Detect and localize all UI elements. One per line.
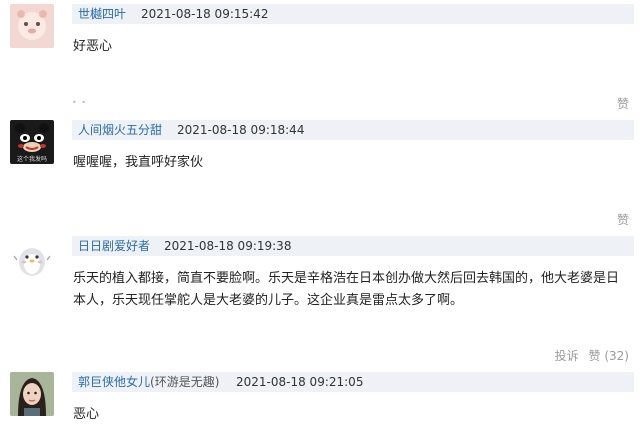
comment-actions: 投诉 赞 (32) <box>555 347 629 364</box>
comment-header <box>72 236 634 256</box>
comment-text: 喔喔喔，我直呼好家伙 <box>73 155 204 170</box>
divider-dots: • • <box>72 98 87 107</box>
like-button[interactable]: 赞 <box>617 97 629 111</box>
comment-text: 好恶心 <box>73 39 113 54</box>
like-label: 赞 <box>588 349 601 363</box>
comment-timestamp: 2021-08-18 09:18:44 <box>177 123 305 137</box>
comment-username[interactable]: 郭巨侠他女儿(环游是无趣) <box>78 372 219 392</box>
comment-text: 乐天的植入都接，简直不要脸啊。乐天是辛格浩在日本创办做大然后回去韩国的，他大老婆… <box>73 271 620 308</box>
like-button[interactable]: 赞 (32) <box>589 349 629 363</box>
avatar-image <box>10 372 54 416</box>
comment-actions: 赞 <box>617 211 629 228</box>
comment-timestamp: 2021-08-18 09:19:38 <box>164 239 292 253</box>
avatar[interactable] <box>10 236 54 280</box>
like-count: (32) <box>604 349 629 363</box>
comment-timestamp: 2021-08-18 09:15:42 <box>141 7 269 21</box>
comment-text: 恶心 <box>73 407 100 422</box>
avatar[interactable]: 这个我发吗 <box>10 120 54 164</box>
avatar[interactable] <box>10 372 54 416</box>
avatar[interactable] <box>10 4 54 48</box>
comment-item: 这个我发吗 人间烟火五分甜 2021-08-18 09:18:44 喔喔喔，我直… <box>0 116 641 234</box>
avatar-image <box>10 236 54 280</box>
avatar-caption: 这个我发吗 <box>16 156 47 163</box>
report-button[interactable]: 投诉 <box>555 349 579 363</box>
like-button[interactable]: 赞 <box>617 213 629 227</box>
comment-actions: 赞 <box>617 95 629 112</box>
comment-username[interactable]: 日日剧爱好者 <box>78 236 150 256</box>
comment-item: 郭巨侠他女儿(环游是无趣) 2021-08-18 09:21:05 恶心 <box>0 368 641 439</box>
comment-timestamp: 2021-08-18 09:21:05 <box>236 375 364 389</box>
comment-item: 日日剧爱好者 2021-08-18 09:19:38 乐天的植入都接，简直不要脸… <box>0 232 641 366</box>
comment-username[interactable]: 世樾四叶 <box>78 4 126 24</box>
avatar-image <box>10 4 54 48</box>
username-suffix: (环游是无趣) <box>150 375 220 389</box>
username-text: 郭巨侠他女儿 <box>78 375 151 389</box>
comment-item: 世樾四叶 2021-08-18 09:15:42 好恶心 • • 赞 <box>0 0 641 118</box>
comment-username[interactable]: 人间烟火五分甜 <box>78 120 162 140</box>
